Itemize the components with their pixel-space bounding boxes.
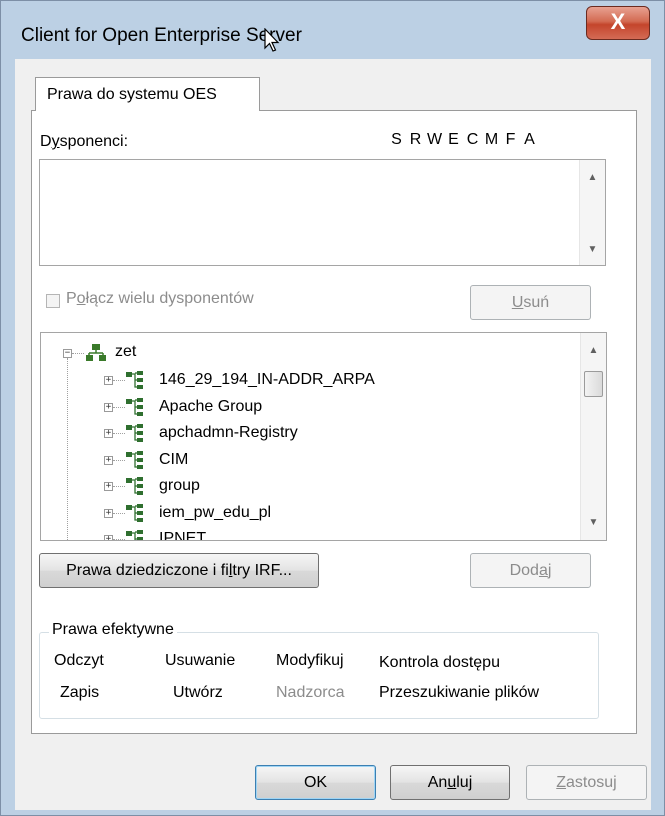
add-button[interactable]: Dodaj xyxy=(470,553,591,588)
right-erase: Usuwanie xyxy=(165,652,236,669)
tree-item[interactable]: Apache Group xyxy=(159,394,262,420)
tree-item[interactable]: IPNET xyxy=(159,526,206,540)
expand-toggle-icon[interactable]: + xyxy=(104,429,113,438)
tree-item[interactable]: group xyxy=(159,473,200,499)
tree-item[interactable]: 146_29_194_IN-ADDR_ARPA xyxy=(159,367,375,393)
scroll-up-icon[interactable]: ▲ xyxy=(581,345,606,356)
tree-item[interactable]: apchadmn-Registry xyxy=(159,420,298,446)
inherited-rights-button[interactable]: Prawa dziedziczone i filtry IRF... xyxy=(39,553,319,588)
close-button[interactable]: X xyxy=(586,6,650,40)
rights-column-s: S xyxy=(391,131,402,148)
right-write: Zapis xyxy=(60,684,100,701)
rights-column-r: R xyxy=(409,131,422,148)
tab-panel: Dysponenci: SRWECMFA ▲ ▼ Połącz wielu dy… xyxy=(31,110,637,734)
rights-column-e: E xyxy=(448,131,459,148)
tree-item[interactable]: CIM xyxy=(159,447,188,473)
rights-column-c: C xyxy=(466,131,479,148)
organization-icon xyxy=(125,450,147,475)
right-file-scan: Przeszukiwanie plików xyxy=(379,684,540,701)
remove-button[interactable]: Usuń xyxy=(470,285,591,320)
network-tree-icon xyxy=(85,343,107,368)
organization-icon xyxy=(125,423,147,448)
organization-icon xyxy=(125,529,147,540)
trustees-list[interactable]: ▲ ▼ xyxy=(39,159,606,266)
right-modify: Modyfikuj xyxy=(276,652,344,669)
tree-item[interactable]: iem_pw_edu_pl xyxy=(159,500,271,526)
combine-trustees-label: Połącz wielu dysponentów xyxy=(66,290,254,307)
organization-icon xyxy=(125,503,147,528)
organization-icon xyxy=(125,397,147,422)
apply-button[interactable]: Zastosuj xyxy=(526,765,647,800)
rights-column-a: A xyxy=(524,131,535,148)
effective-rights-title: Prawa efektywne xyxy=(49,621,177,639)
combine-trustees-checkbox[interactable] xyxy=(46,294,60,308)
rights-column-f: F xyxy=(505,131,516,148)
dialog-client-area: Prawa do systemu OES Dysponenci: SRWECMF… xyxy=(15,59,651,810)
organization-icon xyxy=(125,370,147,395)
right-access-control: Kontrola dostępu xyxy=(379,654,500,671)
dialog-window: Client for Open Enterprise Server X Praw… xyxy=(0,0,665,816)
trustees-scrollbar[interactable]: ▲ ▼ xyxy=(579,160,605,265)
tree-scrollbar[interactable]: ▲ ▼ xyxy=(580,333,606,540)
rights-columns-header: SRWECMFA xyxy=(387,131,539,149)
tree-root-label[interactable]: zet xyxy=(115,339,136,365)
expand-toggle-icon[interactable]: + xyxy=(104,376,113,385)
cancel-button[interactable]: Anuluj xyxy=(390,765,510,800)
ok-button[interactable]: OK xyxy=(255,765,376,800)
right-supervisor: Nadzorca xyxy=(276,684,345,701)
organization-icon xyxy=(125,476,147,501)
expand-toggle-icon[interactable]: + xyxy=(104,402,113,412)
trustees-label: Dysponenci: xyxy=(40,133,129,150)
scroll-up-icon[interactable]: ▲ xyxy=(580,172,605,183)
scroll-down-icon[interactable]: ▼ xyxy=(581,517,606,528)
rights-column-m: M xyxy=(484,131,499,148)
scroll-down-icon[interactable]: ▼ xyxy=(580,244,605,255)
right-create: Utwórz xyxy=(173,684,223,701)
title-bar[interactable]: Client for Open Enterprise Server X xyxy=(1,1,664,59)
window-title: Client for Open Enterprise Server xyxy=(21,25,302,46)
rights-column-w: W xyxy=(426,131,443,148)
effective-rights-group xyxy=(39,632,599,719)
expand-toggle-icon[interactable]: + xyxy=(104,508,113,518)
server-tree[interactable]: ▲ ▼ − zet +146_29_194_IN-ADDR_ARPA + Apache … xyxy=(40,332,607,541)
collapse-toggle-icon[interactable]: − xyxy=(63,349,72,358)
right-read: Odczyt xyxy=(54,652,104,669)
close-icon: X xyxy=(610,9,626,34)
scroll-thumb[interactable] xyxy=(584,371,603,397)
expand-toggle-icon[interactable]: + xyxy=(104,482,113,491)
mouse-cursor-icon xyxy=(264,28,280,52)
expand-toggle-icon[interactable]: + xyxy=(104,455,113,465)
tab-oes-rights[interactable]: Prawa do systemu OES xyxy=(35,77,260,111)
expand-toggle-icon[interactable]: + xyxy=(104,535,113,540)
